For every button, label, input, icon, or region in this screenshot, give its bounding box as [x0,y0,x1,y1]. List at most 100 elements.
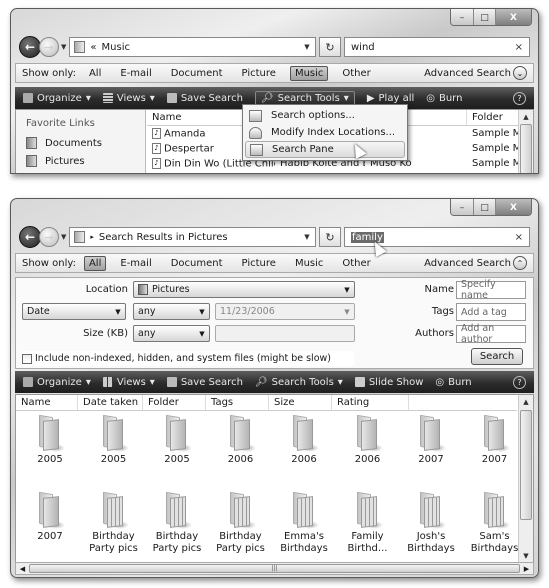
vertical-scrollbar[interactable]: ▲ [518,110,533,173]
include-non-indexed-checkbox[interactable]: Include non-indexed, hidden, and system … [22,351,354,366]
column-header-date-taken[interactable]: Date taken [78,395,143,410]
folder-item[interactable]: 2005 [147,414,207,466]
address-dropdown-icon[interactable]: ▼ [299,43,315,51]
folder-item[interactable]: 2007 [20,491,80,543]
filter-music[interactable]: Music [290,256,328,271]
folder-item[interactable]: 2006 [211,414,271,466]
recent-pages-dropdown[interactable]: ▼ [61,233,66,241]
burn-button[interactable]: ◎ Burn [426,93,462,104]
favorite-documents[interactable]: Documents [26,137,135,149]
burn-button[interactable]: ◎ Burn [435,377,471,388]
filter-email[interactable]: E-mail [115,256,156,271]
folder-item[interactable]: 2007 [401,414,461,466]
organize-button[interactable]: Organize ▾ [23,93,91,104]
column-header-rating[interactable]: Rating [332,395,409,410]
close-button[interactable]: X [495,199,531,215]
column-header-tags[interactable]: Tags [206,395,269,410]
location-dropdown[interactable]: Pictures ▼ [133,281,355,298]
save-search-button[interactable]: Save Search [166,377,243,388]
filter-document[interactable]: Document [166,66,228,81]
filter-email[interactable]: E-mail [115,66,156,81]
scroll-left-arrow[interactable]: ◀ [16,565,29,573]
play-all-button[interactable]: ▶ Play all [367,93,414,104]
close-button[interactable]: X [495,9,531,25]
folder-item[interactable]: Josh's Birthdays [401,491,461,555]
date-value-picker[interactable]: 11/23/2006 ▼ [215,303,355,320]
scroll-thumb[interactable] [520,410,532,520]
breadcrumb-music[interactable]: Music [102,42,130,53]
folder-item[interactable]: Sam's Birthdays [465,491,525,555]
scroll-thumb[interactable]: ||| [29,564,520,573]
refresh-button[interactable]: ↻ [319,37,341,57]
search-button[interactable]: Search [471,348,523,365]
breadcrumb-overflow[interactable]: « [90,42,96,53]
folder-item[interactable]: 2006 [274,414,334,466]
date-operator-dropdown[interactable]: any ▼ [133,303,210,320]
forward-button[interactable]: → [39,227,59,247]
filter-other[interactable]: Other [337,66,375,81]
filter-picture[interactable]: Picture [237,66,281,81]
scroll-down-arrow[interactable]: ▼ [519,549,533,563]
filter-other[interactable]: Other [337,256,375,271]
column-header-size[interactable]: Size [269,395,332,410]
checkbox-box[interactable] [22,353,32,364]
folder-item[interactable]: Birthday Party pics [147,491,207,555]
menu-item-search-pane[interactable]: Search Pane [245,141,405,158]
address-bar[interactable]: « Music ▼ [69,37,316,57]
name-input[interactable]: Specify name [456,279,526,301]
minimize-button[interactable]: – [451,9,473,25]
folder-item[interactable]: 2007 [465,414,525,466]
tags-input[interactable]: Add a tag [456,303,526,321]
scroll-up-arrow[interactable]: ▲ [519,395,533,409]
advanced-search-toggle[interactable]: Advanced Search ⌄ [424,66,527,80]
scroll-thumb[interactable] [520,124,532,173]
breadcrumb-separator[interactable]: ▸ [90,233,94,241]
search-tools-button[interactable]: 🔎︎ Search Tools ▾ [255,377,343,388]
column-header-name[interactable]: Name [16,395,78,410]
help-icon[interactable]: ? [513,375,526,389]
filter-document[interactable]: Document [166,256,228,271]
slide-show-button[interactable]: Slide Show [354,377,423,388]
folder-item[interactable]: Birthday Party pics [84,491,144,555]
back-button[interactable]: ← [19,36,41,58]
refresh-button[interactable]: ↻ [319,227,341,247]
organize-button[interactable]: Organize ▾ [23,377,91,388]
folder-item[interactable]: 2005 [20,414,80,466]
views-button[interactable]: Views ▾ [102,93,155,104]
horizontal-scrollbar[interactable]: ◀ ||| ▶ [15,562,534,575]
filter-all[interactable]: All [84,66,106,81]
views-button[interactable]: Views ▾ [102,377,155,388]
vertical-scrollbar[interactable]: ▲ ▼ [518,395,533,563]
recent-pages-dropdown[interactable]: ▼ [61,43,66,51]
back-button[interactable]: ← [19,226,41,248]
clear-search-icon[interactable]: × [515,232,523,243]
address-dropdown-icon[interactable]: ▼ [299,233,315,241]
clear-search-icon[interactable]: × [515,42,523,53]
folder-item[interactable]: Birthday Party pics [211,491,271,555]
search-input[interactable]: wind × [344,37,530,57]
minimize-button[interactable]: – [451,199,473,215]
favorite-music[interactable]: Music [26,173,135,174]
folder-item[interactable]: 2005 [84,414,144,466]
maximize-button[interactable]: □ [473,199,495,215]
filter-all[interactable]: All [83,255,107,271]
filter-music[interactable]: Music [289,65,329,81]
date-field-dropdown[interactable]: Date ▼ [22,303,126,320]
breadcrumb-search-results[interactable]: Search Results in Pictures [99,232,228,243]
forward-button[interactable]: → [39,37,59,57]
favorite-pictures[interactable]: Pictures [26,155,135,167]
size-value-input[interactable] [215,325,355,342]
folder-item[interactable]: Emma's Birthdays [274,491,334,555]
scroll-up-arrow[interactable]: ▲ [519,110,533,124]
maximize-button[interactable]: □ [473,9,495,25]
address-bar[interactable]: ▸ Search Results in Pictures ▼ [69,227,316,247]
filter-picture[interactable]: Picture [237,256,281,271]
menu-item-search-options[interactable]: Search options... [245,107,405,124]
authors-input[interactable]: Add an author [456,323,526,345]
help-icon[interactable]: ? [513,91,526,105]
save-search-button[interactable]: Save Search [166,93,243,104]
size-operator-dropdown[interactable]: any ▼ [133,325,210,342]
menu-item-modify-index-locations[interactable]: Modify Index Locations... [245,124,405,141]
column-header-folder[interactable]: Folder [143,395,206,410]
folder-item[interactable]: 2006 [338,414,398,466]
